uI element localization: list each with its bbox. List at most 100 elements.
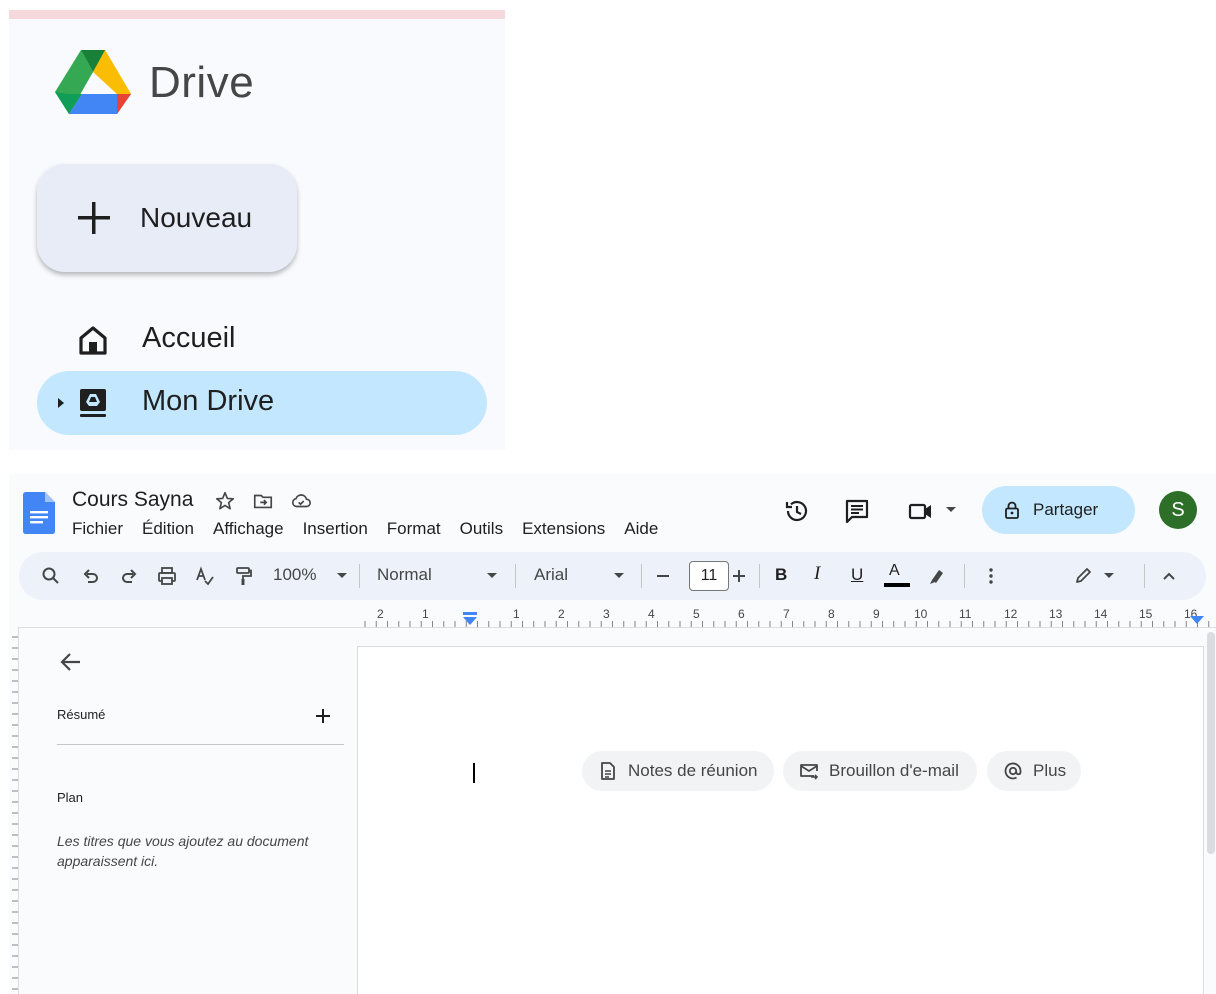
email-draft-chip[interactable]: Brouillon d'e-mail [783,751,977,791]
zoom-dropdown-icon[interactable] [337,573,347,578]
menu-extensions[interactable]: Extensions [522,519,614,539]
document-canvas: Notes de réunion Brouillon d'e-mail Plus [357,627,1216,994]
ruler-number: 5 [693,607,700,621]
toolbar-divider [964,564,965,588]
outline-divider [57,744,344,745]
comments-icon[interactable] [842,496,872,526]
share-button-label: Partager [1033,500,1099,519]
right-indent-marker-icon[interactable] [1190,612,1204,626]
font-select[interactable]: Arial [534,565,568,585]
meet-video-icon[interactable] [907,496,937,526]
ruler-number: 10 [914,607,928,621]
home-icon [79,326,107,355]
vertical-ruler-ticks [12,636,18,990]
menu-aide[interactable]: Aide [624,519,667,539]
document-icon [601,762,615,780]
avatar[interactable]: S [1159,491,1197,529]
summary-heading: Résumé [57,707,106,722]
docs-logo-icon[interactable] [23,492,55,534]
drive-title: Drive [149,58,255,107]
indent-marker-icon[interactable] [462,612,478,626]
sidebar-item-home[interactable]: Accueil [37,308,487,372]
sidebar-item-my-drive[interactable]: Mon Drive [37,371,487,435]
highlight-color-icon[interactable] [927,564,947,588]
hide-menus-chevron-up-icon[interactable] [1159,564,1179,588]
toolbar-divider [759,564,760,588]
menu-edition[interactable]: Édition [142,519,203,539]
drive-sidebar: Drive Nouveau Accueil Mon Drive [9,10,505,450]
meeting-notes-chip[interactable]: Notes de réunion [582,751,774,791]
sidebar-item-label: Mon Drive [142,385,275,417]
at-sign-icon [1004,762,1022,780]
style-dropdown-icon[interactable] [487,573,497,578]
ruler-number: 4 [648,607,655,621]
paragraph-style-select[interactable]: Normal [377,565,432,585]
add-summary-plus-icon[interactable] [314,707,332,725]
font-size-input[interactable]: 11 [689,561,729,591]
lock-icon [1005,501,1019,519]
toolbar-divider [515,564,516,588]
email-draft-icon [800,764,819,780]
ruler-number: 13 [1049,607,1063,621]
print-icon[interactable] [157,564,177,588]
zoom-select[interactable]: 100% [273,565,316,585]
ruler-number: 9 [873,607,880,621]
document-page[interactable]: Notes de réunion Brouillon d'e-mail Plus [357,646,1204,994]
search-menus-icon[interactable] [41,564,61,588]
ruler-number: 12 [1004,607,1018,621]
back-arrow-icon[interactable] [59,650,83,674]
undo-icon[interactable] [81,564,101,588]
toolbar-divider [359,564,360,588]
ruler-number: 2 [558,607,565,621]
text-cursor [473,763,475,783]
outline-heading: Plan [57,790,84,805]
ruler-number: 3 [603,607,610,621]
text-color-swatch [884,583,910,587]
ruler-number: 1 [513,607,520,621]
toolbar-divider [641,564,642,588]
underline-button[interactable]: U [851,565,863,585]
vertical-ruler[interactable] [9,627,19,994]
ruler-number: 7 [783,607,790,621]
more-building-blocks-chip[interactable]: Plus [987,751,1081,791]
menu-format[interactable]: Format [387,519,450,539]
expand-arrow-icon[interactable] [57,397,65,409]
my-drive-icon [80,389,106,417]
meet-dropdown-icon[interactable] [946,507,956,512]
outline-empty-hint: Les titres que vous ajoutez au document … [57,833,309,869]
spellcheck-icon[interactable] [195,564,215,588]
star-icon[interactable] [214,490,236,512]
font-dropdown-icon[interactable] [614,573,624,578]
paint-format-icon[interactable] [233,564,253,588]
new-button-label: Nouveau [140,202,253,233]
menu-insertion[interactable]: Insertion [303,519,377,539]
chip-label: Brouillon d'e-mail [829,761,959,780]
italic-button[interactable]: I [814,563,820,585]
decrease-font-size-icon[interactable] [653,564,673,588]
new-button[interactable]: Nouveau [37,164,297,272]
plus-icon [78,202,110,234]
text-color-button[interactable]: A [889,562,900,580]
horizontal-ruler[interactable]: 2 1 1 2 3 4 5 6 7 8 9 10 11 12 13 14 15 … [357,604,1216,628]
menu-affichage[interactable]: Affichage [213,519,293,539]
menu-fichier[interactable]: Fichier [72,519,132,539]
cloud-saved-icon[interactable] [290,490,312,512]
share-button[interactable]: Partager [982,486,1135,534]
vertical-scrollbar[interactable] [1207,632,1215,854]
drive-logo-icon[interactable] [55,48,131,116]
ruler-number: 1 [422,607,429,621]
editing-mode-icon[interactable] [1073,564,1093,588]
ruler-number: 2 [377,607,384,621]
menu-outils[interactable]: Outils [460,519,512,539]
version-history-icon[interactable] [782,496,812,526]
editing-mode-dropdown-icon[interactable] [1104,573,1114,578]
document-outline-panel: Résumé Plan Les titres que vous ajoutez … [19,627,357,994]
bold-button[interactable]: B [775,565,787,585]
document-title[interactable]: Cours Sayna [72,488,193,512]
more-options-icon[interactable] [981,564,1001,588]
redo-icon[interactable] [119,564,139,588]
move-to-folder-icon[interactable] [252,490,274,512]
ruler-number: 15 [1139,607,1153,621]
increase-font-size-icon[interactable] [729,564,749,588]
ruler-number: 6 [738,607,745,621]
